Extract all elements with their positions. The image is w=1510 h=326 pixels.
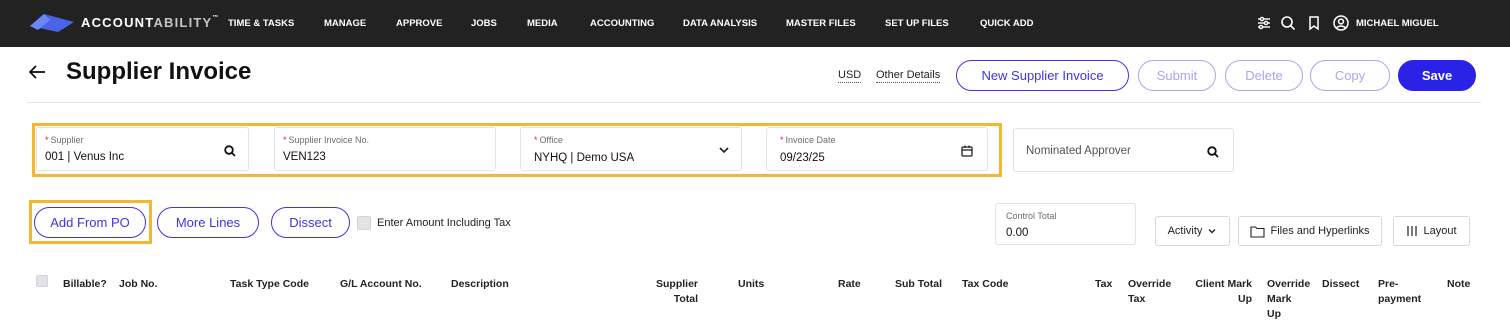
add-from-po-button[interactable]: Add From PO: [34, 207, 146, 238]
column-header-sub-total[interactable]: Sub Total: [895, 277, 942, 292]
supplier-value[interactable]: 001 | Venus Inc: [45, 151, 124, 163]
nav-item-set-up-files[interactable]: SET UP FILES: [885, 18, 949, 29]
column-header-gl-account-no[interactable]: G/L Account No.: [340, 277, 422, 292]
supplier-field[interactable]: * Supplier 001 | Venus Inc: [36, 127, 249, 171]
nominated-approver-placeholder: Nominated Approver: [1026, 145, 1131, 157]
supplier-invoice-no-label: Supplier Invoice No.: [288, 135, 370, 145]
brand-name[interactable]: ACCOUNTABILITY™: [81, 15, 218, 30]
supplier-invoice-no-field[interactable]: * Supplier Invoice No. VEN123: [274, 127, 496, 171]
supplier-label: Supplier: [50, 135, 84, 145]
column-header-task-type-code[interactable]: Task Type Code: [230, 277, 309, 292]
column-header-tax-code[interactable]: Tax Code: [962, 277, 1008, 292]
calendar-icon[interactable]: [960, 144, 974, 158]
enter-amount-including-tax-checkbox[interactable]: [357, 216, 371, 230]
nominated-approver-field[interactable]: Nominated Approver: [1013, 128, 1234, 172]
files-and-hyperlinks-label: Files and Hyperlinks: [1270, 225, 1370, 237]
files-and-hyperlinks-button[interactable]: Files and Hyperlinks: [1238, 216, 1382, 246]
select-all-checkbox[interactable]: [36, 275, 48, 287]
chevron-down-icon: [1208, 229, 1216, 234]
user-name[interactable]: MICHAEL MIGUEL: [1356, 18, 1439, 29]
other-details-link[interactable]: Other Details: [876, 69, 941, 83]
nav-item-master-files[interactable]: MASTER FILES: [786, 18, 856, 29]
currency-link[interactable]: USD: [838, 69, 862, 83]
save-button[interactable]: Save: [1398, 60, 1476, 91]
nav-item-quick-add[interactable]: QUICK ADD: [980, 18, 1033, 29]
control-total-value[interactable]: 0.00: [1006, 227, 1028, 239]
nav-item-time-tasks[interactable]: TIME & TASKS: [228, 18, 294, 29]
control-total-label: Control Total: [1006, 211, 1057, 221]
invoice-date-label: Invoice Date: [785, 135, 836, 145]
chevron-down-icon[interactable]: [717, 143, 731, 157]
bookmark-icon[interactable]: [1305, 14, 1323, 32]
nav-item-jobs[interactable]: JOBS: [471, 18, 497, 29]
layout-label: Layout: [1423, 225, 1457, 237]
search-icon[interactable]: [223, 144, 237, 158]
columns-icon: [1407, 226, 1418, 236]
user-circle-icon[interactable]: [1332, 14, 1350, 32]
column-header-prepayment[interactable]: Pre- payment: [1378, 277, 1421, 307]
column-header-rate[interactable]: Rate: [838, 277, 861, 292]
enter-amount-including-tax-label: Enter Amount Including Tax: [377, 217, 511, 229]
nav-item-media[interactable]: MEDIA: [527, 18, 558, 29]
activity-dropdown[interactable]: Activity: [1155, 216, 1230, 246]
office-select[interactable]: * Office NYHQ | Demo USA: [520, 127, 742, 171]
column-header-tax[interactable]: Tax: [1095, 277, 1112, 292]
page-title: Supplier Invoice: [66, 58, 252, 85]
activity-label: Activity: [1167, 225, 1203, 237]
back-arrow-icon[interactable]: [27, 62, 47, 82]
column-header-job-no[interactable]: Job No.: [119, 277, 158, 292]
column-header-supplier-total[interactable]: Supplier Total: [640, 277, 698, 307]
invoice-date-value[interactable]: 09/23/25: [780, 152, 825, 164]
control-total-field[interactable]: Control Total 0.00: [995, 203, 1136, 245]
column-header-description[interactable]: Description: [451, 277, 509, 292]
search-icon[interactable]: [1206, 145, 1220, 159]
nav-item-manage[interactable]: MANAGE: [324, 18, 366, 29]
column-header-override-mark-up[interactable]: Override Mark Up: [1267, 277, 1310, 322]
header-divider: [27, 102, 1481, 103]
column-header-override-tax[interactable]: Override Tax: [1128, 277, 1171, 307]
submit-button[interactable]: Submit: [1138, 60, 1216, 91]
top-nav-bar: ACCOUNTABILITY™ TIME & TASKS MANAGE APPR…: [0, 0, 1510, 47]
column-header-billable[interactable]: Billable?: [63, 277, 107, 292]
folder-icon: [1250, 225, 1266, 238]
nav-item-accounting[interactable]: ACCOUNTING: [590, 18, 654, 29]
column-header-client-mark-up[interactable]: Client Mark Up: [1186, 277, 1252, 307]
delete-button[interactable]: Delete: [1225, 60, 1303, 91]
layout-button[interactable]: Layout: [1393, 216, 1470, 246]
office-label: Office: [539, 135, 563, 145]
nav-item-data-analysis[interactable]: DATA ANALYSIS: [683, 18, 757, 29]
column-header-units[interactable]: Units: [738, 277, 764, 292]
more-lines-button[interactable]: More Lines: [157, 207, 259, 238]
invoice-date-field[interactable]: * Invoice Date 09/23/25: [766, 127, 988, 171]
column-header-dissect[interactable]: Dissect: [1322, 277, 1359, 292]
supplier-invoice-no-value[interactable]: VEN123: [283, 151, 326, 163]
new-supplier-invoice-button[interactable]: New Supplier Invoice: [956, 60, 1129, 91]
accountability-logo-icon[interactable]: [30, 12, 74, 34]
dissect-button[interactable]: Dissect: [271, 207, 350, 238]
sliders-icon[interactable]: [1255, 14, 1273, 32]
column-header-note[interactable]: Note: [1447, 277, 1470, 292]
nav-item-approve[interactable]: APPROVE: [396, 18, 442, 29]
copy-button[interactable]: Copy: [1310, 60, 1390, 91]
office-value[interactable]: NYHQ | Demo USA: [534, 152, 634, 164]
search-icon[interactable]: [1279, 14, 1297, 32]
